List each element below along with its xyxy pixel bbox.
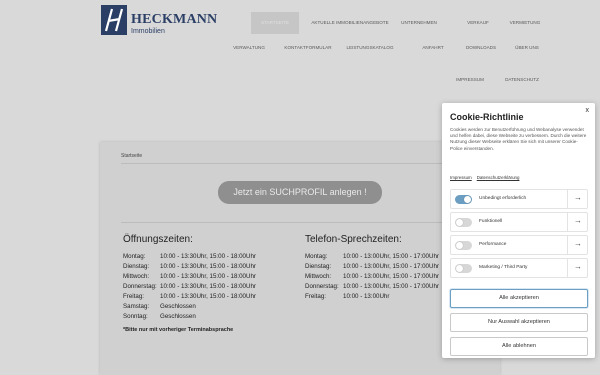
toggle-performance[interactable]: [455, 241, 472, 250]
phone-title: Telefon-Sprechzeiten:: [305, 234, 402, 245]
category-label: Marketing / Third Party: [479, 265, 528, 270]
nav-startseite[interactable]: Startseite: [251, 12, 299, 34]
toggle-knob: [456, 219, 463, 226]
hours-title: Öffnungszeiten:: [123, 234, 193, 245]
cookie-category-necessary[interactable]: Unbedingt erforderlich →: [450, 189, 588, 209]
cookie-category-marketing[interactable]: Marketing / Third Party →: [450, 258, 588, 278]
toggle-necessary[interactable]: [455, 195, 472, 204]
nav-verkauf[interactable]: Verkauf: [460, 12, 496, 34]
category-label: Performance: [479, 242, 507, 247]
nav-anfahrt[interactable]: Anfahrt: [418, 43, 448, 53]
cookie-text: Cookies werden zur Benutzerführung und W…: [450, 127, 587, 151]
brand-name: HECKMANN: [131, 12, 218, 27]
nav-angebote[interactable]: Aktuelle Immobilienangebote: [307, 12, 393, 34]
nav-verwaltung[interactable]: Verwaltung: [228, 43, 270, 53]
close-icon[interactable]: x: [586, 107, 590, 114]
divider: [567, 190, 568, 208]
imprint-link[interactable]: Impressum: [450, 175, 472, 180]
arrow-right-icon[interactable]: →: [574, 262, 582, 271]
toggle-functional[interactable]: [455, 218, 472, 227]
toggle-knob: [464, 196, 471, 203]
toggle-marketing[interactable]: [455, 264, 472, 273]
nav-datenschutz[interactable]: Datenschutz: [500, 75, 544, 85]
breadcrumb[interactable]: Startseite: [121, 153, 142, 159]
brand-sub: Immobilien: [131, 28, 165, 35]
toggle-knob: [456, 265, 463, 272]
accept-all-button[interactable]: Alle akzeptieren: [450, 289, 588, 308]
nav-leistungskatalog[interactable]: Leistungskatalog: [338, 43, 402, 53]
cookie-dialog: x Cookie-Richtlinie Cookies werden zur B…: [442, 103, 595, 358]
cookie-category-performance[interactable]: Performance →: [450, 235, 588, 255]
cookie-category-functional[interactable]: Funktionell →: [450, 212, 588, 232]
nav-vermietung[interactable]: Vermietung: [503, 12, 547, 34]
logo-mark-icon: [101, 5, 127, 35]
divider: [567, 259, 568, 277]
cookie-title: Cookie-Richtlinie: [450, 112, 524, 122]
accept-selection-button[interactable]: Nur Auswahl akzeptieren: [450, 313, 588, 332]
arrow-right-icon[interactable]: →: [574, 239, 582, 248]
category-label: Funktionell: [479, 219, 503, 224]
category-label: Unbedingt erforderlich: [479, 196, 527, 201]
cookie-links: Impressum Datenschutzerklärung: [450, 175, 524, 180]
toggle-knob: [456, 242, 463, 249]
content-card: Startseite Jetzt ein SUCHPROFIL anlegen …: [100, 142, 500, 375]
nav-impressum[interactable]: Impressum: [450, 75, 490, 85]
reject-all-button[interactable]: Alle ablehnen: [450, 337, 588, 356]
nav-ueber-uns[interactable]: Über uns: [512, 43, 542, 53]
nav-kontaktformular[interactable]: Kontaktformular: [280, 43, 336, 53]
divider: [567, 213, 568, 231]
arrow-right-icon[interactable]: →: [574, 193, 582, 202]
logo[interactable]: HECKMANN Immobilien: [101, 5, 217, 37]
nav-downloads[interactable]: Downloads: [462, 43, 500, 53]
nav-unternehmen[interactable]: Unternehmen: [396, 12, 442, 34]
privacy-link[interactable]: Datenschutzerklärung: [477, 175, 520, 180]
divider: [567, 236, 568, 254]
arrow-right-icon[interactable]: →: [574, 216, 582, 225]
appointment-note: *Bitte nur mit vorheriger Terminabsprach…: [123, 327, 234, 333]
suchprofil-button[interactable]: Jetzt ein SUCHPROFIL anlegen !: [218, 181, 382, 204]
